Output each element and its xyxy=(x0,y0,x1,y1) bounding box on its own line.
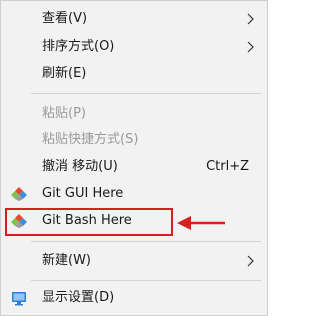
menu-item-label: 粘贴(P) xyxy=(42,106,86,121)
menu-item-git-gui-here[interactable]: Git GUI Here xyxy=(1,182,267,206)
display-monitor-icon xyxy=(12,292,26,306)
menu-separator xyxy=(31,93,261,94)
context-menu: 查看(V) 排序方式(O) 刷新(E) 粘贴(P) 粘贴快捷方式(S) 撤消 移… xyxy=(0,0,268,316)
chevron-right-icon xyxy=(247,41,254,53)
menu-item-label: 撤消 移动(U) xyxy=(42,159,118,174)
menu-item-view[interactable]: 查看(V) xyxy=(1,7,267,31)
git-diamond-icon xyxy=(11,187,27,201)
menu-item-paste: 粘贴(P) xyxy=(1,102,267,126)
menu-item-label: Git GUI Here xyxy=(42,186,124,201)
chevron-right-icon xyxy=(247,13,254,25)
menu-item-undo-move[interactable]: 撤消 移动(U) Ctrl+Z xyxy=(1,155,267,179)
annotation-arrow-icon xyxy=(177,216,225,230)
menu-item-shortcut: Ctrl+Z xyxy=(206,159,249,174)
menu-item-new[interactable]: 新建(W) xyxy=(1,249,267,273)
chevron-right-icon xyxy=(247,255,254,267)
menu-item-sort-by[interactable]: 排序方式(O) xyxy=(1,35,267,59)
menu-item-display-settings[interactable]: 显示设置(D) xyxy=(1,286,267,310)
menu-separator xyxy=(31,280,261,281)
menu-item-label: 刷新(E) xyxy=(42,66,87,81)
menu-item-paste-shortcut: 粘贴快捷方式(S) xyxy=(1,128,267,152)
menu-item-label: 粘贴快捷方式(S) xyxy=(42,132,139,147)
menu-item-label: 排序方式(O) xyxy=(42,39,115,54)
menu-item-label: 查看(V) xyxy=(42,11,88,26)
menu-item-refresh[interactable]: 刷新(E) xyxy=(1,62,267,86)
annotation-highlight-box xyxy=(5,208,173,236)
menu-separator xyxy=(31,241,261,242)
menu-item-label: 显示设置(D) xyxy=(42,290,115,305)
menu-item-label: 新建(W) xyxy=(42,253,91,268)
